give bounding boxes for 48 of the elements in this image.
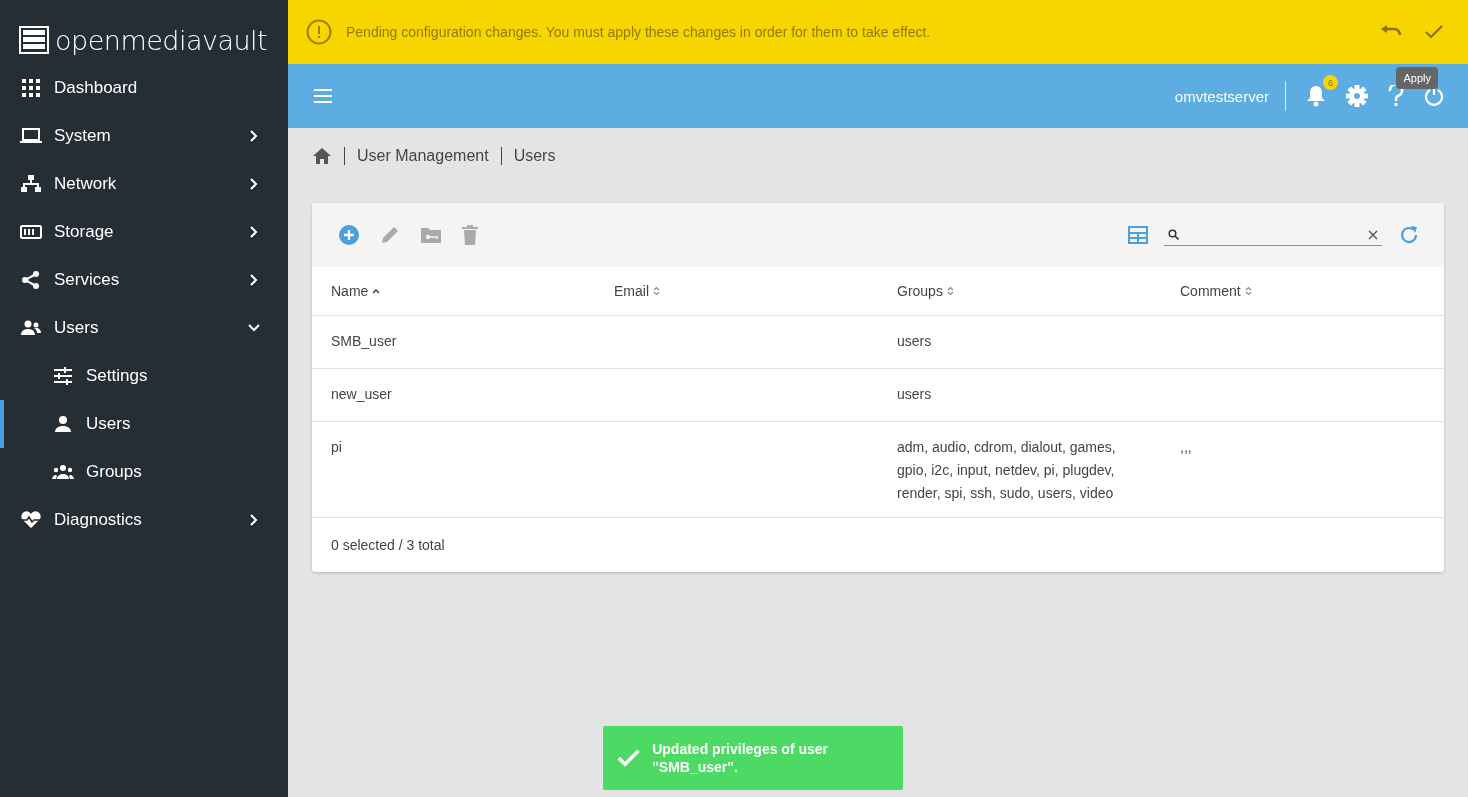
column-header[interactable]: Name bbox=[312, 267, 595, 315]
sliders-icon bbox=[52, 366, 74, 386]
nav-subitem[interactable]: Settings bbox=[0, 352, 288, 400]
nav-item[interactable]: System bbox=[0, 112, 288, 160]
nav-item[interactable]: Dashboard bbox=[0, 64, 288, 112]
people-icon bbox=[20, 318, 42, 338]
notification-count: 6 bbox=[1323, 75, 1338, 90]
checkmark-icon bbox=[617, 748, 641, 768]
column-header[interactable]: Email bbox=[595, 267, 878, 315]
toast-message: Updated privileges of user "SMB_user". bbox=[652, 740, 830, 776]
table-cell-text: ,,, bbox=[1180, 438, 1192, 457]
selection-summary: 0 selected / 3 total bbox=[331, 537, 445, 553]
clear-icon[interactable] bbox=[1368, 229, 1378, 240]
network-icon bbox=[20, 174, 42, 194]
nav-item[interactable]: Diagnostics bbox=[0, 496, 288, 544]
nav-item[interactable]: Services bbox=[0, 256, 288, 304]
table-cell-text: SMB_user bbox=[331, 332, 397, 351]
checkmark-icon bbox=[1424, 24, 1444, 40]
breadcrumb-link[interactable]: Users bbox=[513, 147, 556, 165]
share-icon bbox=[20, 270, 42, 290]
apply-tooltip: Apply bbox=[1396, 67, 1438, 89]
table-cell-text: new_user bbox=[331, 385, 392, 404]
storage-icon bbox=[20, 222, 42, 242]
nav-item[interactable]: Network bbox=[0, 160, 288, 208]
app-logo-text: openmediavault bbox=[55, 24, 268, 56]
home-icon[interactable] bbox=[312, 147, 332, 165]
person-icon bbox=[52, 414, 74, 434]
refresh-icon bbox=[1398, 224, 1420, 246]
column-header[interactable]: Comment bbox=[1161, 267, 1444, 315]
breadcrumb-link[interactable]: User Management bbox=[357, 147, 489, 165]
table-cell-text: users bbox=[897, 332, 932, 351]
grid-icon bbox=[20, 78, 42, 98]
nav-item[interactable]: Users bbox=[0, 304, 288, 352]
table-cell-text: adm, audio, cdrom, dialout, games, gpio, i2c, input, netdev, pi, plugdev, render, spi, ssh, sudo, users, video bbox=[897, 438, 1117, 503]
people-icon bbox=[52, 462, 74, 482]
pending-changes-message: Pending configuration changes. You must apply these changes in order for them to take effect. bbox=[346, 24, 932, 40]
nav-subitem[interactable]: Groups bbox=[0, 448, 288, 496]
column-header[interactable]: Groups bbox=[878, 267, 1161, 315]
table-cell-text: pi bbox=[331, 438, 342, 457]
pencil-icon bbox=[380, 225, 400, 245]
info-icon bbox=[306, 19, 332, 45]
heart-pulse-icon bbox=[20, 510, 42, 530]
server-logo-icon bbox=[19, 26, 49, 54]
table-cell-text: users bbox=[897, 385, 932, 404]
hostname: omvtestserver bbox=[1174, 87, 1269, 105]
laptop-icon bbox=[20, 126, 42, 146]
nav-item[interactable]: Storage bbox=[0, 208, 288, 256]
search-icon bbox=[1168, 229, 1179, 240]
